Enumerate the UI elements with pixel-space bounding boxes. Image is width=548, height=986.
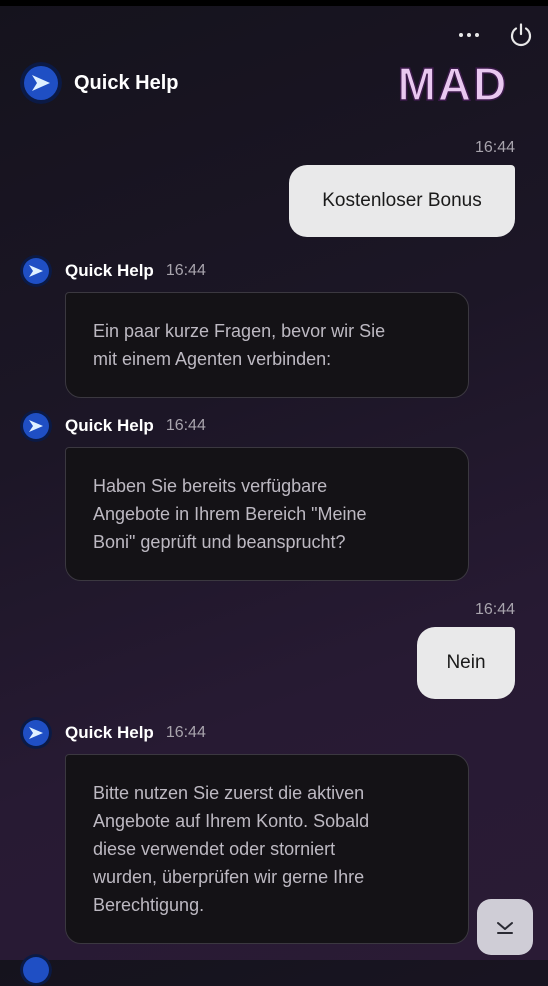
message-time: 16:44 [165, 417, 206, 434]
bot-name: Quick Help [65, 416, 154, 435]
bot-name: Quick Help [65, 723, 154, 742]
top-edge [0, 0, 548, 6]
bot-message-line: mit einem Agenten verbinden: [93, 349, 332, 369]
quick-help-avatar [20, 255, 52, 287]
message-time: 16:44 [165, 724, 206, 741]
bot-message-line: Berechtigung. [93, 895, 205, 915]
quick-help-avatar [20, 954, 52, 986]
quick-help-avatar [20, 62, 62, 104]
bot-message: Ein paar kurze Fragen, bevor wir Sie mit… [65, 292, 469, 398]
bot-message-line: Bitte nutzen Sie zuerst die aktiven [93, 783, 365, 803]
mad-logo-text: MAD [398, 58, 509, 110]
bot-name: Quick Help [65, 261, 154, 280]
bot-message-header: Quick Help 16:44 [20, 717, 206, 749]
mad-logo: MAD [397, 58, 509, 110]
bot-message-line: wurden, überprüfen wir gerne Ihre [93, 867, 365, 887]
user-message-text: Kostenloser Bonus [322, 190, 482, 211]
more-options-icon[interactable] [454, 23, 484, 47]
chat-header: Quick Help [20, 62, 178, 104]
message-time: 16:44 [474, 139, 515, 156]
user-message-text: Nein [446, 652, 486, 673]
bot-message-line: diese verwendet oder storniert [93, 839, 336, 859]
chevron-down-icon [497, 922, 513, 934]
bot-message-line: Haben Sie bereits verfügbare [93, 476, 328, 496]
quick-help-avatar [20, 410, 52, 442]
message-time: 16:44 [474, 601, 515, 618]
chat-title: Quick Help [74, 71, 179, 94]
bot-message-line: Ein paar kurze Fragen, bevor wir Sie [93, 321, 386, 341]
message-time: 16:44 [165, 262, 206, 279]
quick-help-avatar [20, 717, 52, 749]
scroll-to-bottom-button[interactable] [477, 899, 533, 955]
bot-message: Haben Sie bereits verfügbare Angebote in… [65, 447, 469, 581]
bot-message-line: Angebote in Ihrem Bereich "Meine [93, 504, 367, 524]
bot-message-line: Angebote auf Ihrem Konto. Sobald [93, 811, 370, 831]
bot-message-header: Quick Help 16:44 [20, 255, 206, 287]
user-message: Kostenloser Bonus [289, 165, 515, 237]
user-message: Nein [417, 627, 515, 699]
bot-message: Bitte nutzen Sie zuerst die aktiven Ange… [65, 754, 469, 944]
top-actions [454, 22, 534, 48]
bot-message-header: Quick Help 16:44 [20, 410, 206, 442]
power-icon[interactable] [508, 22, 534, 48]
bot-message-line: Boni" geprüft und beansprucht? [93, 532, 346, 552]
